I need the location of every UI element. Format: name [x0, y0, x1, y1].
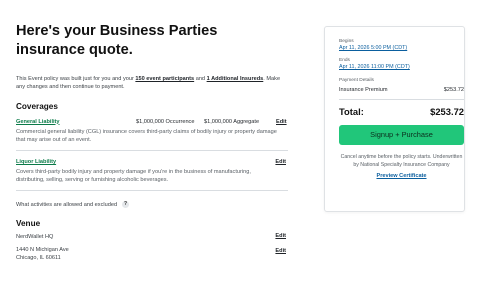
- edit-general-liability-button[interactable]: Edit: [276, 119, 287, 125]
- total-value: $253.72: [430, 106, 464, 117]
- summary-divider: [339, 99, 464, 100]
- general-liability-link[interactable]: General Liability: [16, 119, 136, 125]
- venue-address-row: 1440 N Michigan Ave Chicago, IL 60611 Ed…: [16, 246, 286, 262]
- coverage-divider: [16, 190, 288, 192]
- activities-faq-label: What activities are allowed and excluded: [16, 201, 118, 208]
- additional-insureds-link[interactable]: 1 Additional Insureds: [207, 76, 264, 82]
- general-liability-description: Commercial general liability (CGL) insur…: [16, 128, 277, 143]
- venue-name-row: NerdWallet HQ Edit: [16, 233, 286, 241]
- edit-venue-name-button[interactable]: Edit: [275, 233, 286, 239]
- event-participants-link[interactable]: 150 event participants: [135, 76, 194, 82]
- total-row: Total: $253.72: [339, 106, 464, 117]
- preview-certificate-link[interactable]: Preview Certificate: [339, 173, 464, 179]
- liquor-liability-description: Covers third-party bodily injury and pro…: [16, 169, 251, 184]
- venue-name: NerdWallet HQ: [16, 234, 54, 241]
- intro-prefix: This Event policy was built just for you…: [16, 76, 136, 82]
- intro-and: and: [194, 76, 207, 82]
- liquor-liability-link[interactable]: Liquor Liability: [16, 159, 136, 165]
- cancel-note: Cancel anytime before the policy starts.…: [340, 154, 463, 168]
- premium-row: Insurance Premium $253.72: [339, 87, 464, 93]
- premium-value: $253.72: [443, 87, 464, 93]
- begins-date-link[interactable]: Apr 11, 2026 5:00 PM (CDT): [339, 45, 464, 51]
- quote-main: Here's your Business Parties insurance q…: [16, 22, 288, 262]
- begins-label: Begins: [339, 39, 354, 44]
- coverage-liquor-liability: Liquor Liability Edit Covers third-party…: [16, 157, 288, 184]
- coverages-heading: Coverages: [16, 101, 58, 111]
- help-icon[interactable]: ?: [122, 201, 130, 209]
- coverage-divider: [16, 150, 288, 151]
- page-title: Here's your Business Parties insurance q…: [16, 23, 218, 58]
- coverage-general-liability: General Liability $1,000,000 Occurrence …: [16, 117, 288, 144]
- edit-liquor-liability-button[interactable]: Edit: [275, 159, 286, 165]
- edit-venue-address-button[interactable]: Edit: [275, 248, 286, 254]
- ends-date-link[interactable]: Apr 11, 2026 11:00 PM (CDT): [339, 64, 464, 70]
- payment-details-label: Payment Details: [339, 78, 374, 83]
- premium-label: Insurance Premium: [339, 87, 388, 93]
- quote-summary-card: Begins Apr 11, 2026 5:00 PM (CDT) Ends A…: [324, 26, 465, 212]
- occurrence-limit: $1,000,000 Occurrence: [136, 118, 195, 125]
- venue-address-line2: Chicago, IL 60611: [16, 255, 61, 262]
- total-label: Total:: [339, 106, 364, 117]
- venue-address: 1440 N Michigan Ave Chicago, IL 60611: [16, 246, 69, 262]
- activities-faq[interactable]: What activities are allowed and excluded…: [16, 201, 288, 209]
- intro-text: This Event policy was built just for you…: [16, 75, 288, 92]
- signup-purchase-button[interactable]: Signup + Purchase: [339, 125, 464, 145]
- venue-heading: Venue: [16, 219, 41, 229]
- aggregate-limit: $1,000,000 Aggregate: [204, 118, 260, 125]
- venue-address-line1: 1440 N Michigan Ave: [16, 247, 69, 254]
- ends-label: Ends: [339, 58, 350, 63]
